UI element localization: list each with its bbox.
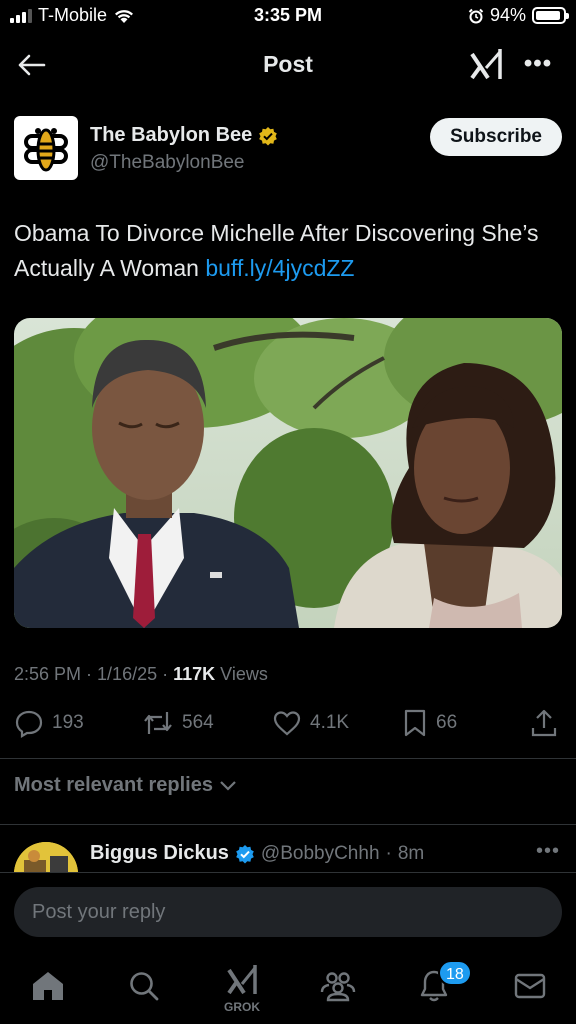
- grok-icon: [470, 49, 502, 80]
- reply-age: 8m: [397, 842, 425, 864]
- grok-button[interactable]: [468, 46, 504, 82]
- subscribe-button[interactable]: Subscribe: [430, 118, 562, 156]
- messages-icon: [514, 973, 546, 999]
- more-icon: •••: [523, 50, 553, 77]
- post-author: The Babylon Bee @TheBabylonBee Subscribe: [14, 116, 562, 182]
- search-icon: [130, 972, 159, 1001]
- post-actions: 193 564 4.1K 66: [14, 708, 562, 744]
- reply-composer: [0, 872, 576, 948]
- post-date: 1/16/25: [97, 664, 158, 684]
- grok-icon: [227, 965, 257, 995]
- more-icon: •••: [535, 840, 560, 862]
- reply-more-button[interactable]: •••: [536, 840, 560, 863]
- nav-communities[interactable]: [316, 964, 360, 1008]
- reply-avatar-image: [14, 842, 78, 874]
- nav-home[interactable]: [26, 964, 70, 1008]
- like-button[interactable]: 4.1K: [272, 708, 349, 738]
- author-name[interactable]: The Babylon Bee: [90, 124, 252, 147]
- share-button[interactable]: [530, 708, 558, 738]
- bookmark-button[interactable]: 66: [402, 708, 457, 738]
- nav-search[interactable]: [122, 964, 166, 1008]
- views-label: Views: [220, 664, 268, 684]
- reply-count: 193: [52, 712, 84, 733]
- repost-button[interactable]: 564: [142, 708, 214, 738]
- like-count: 4.1K: [310, 712, 350, 733]
- reply-input[interactable]: [14, 887, 562, 937]
- repost-count: 564: [182, 712, 214, 733]
- divider: [0, 824, 576, 825]
- bottom-nav: GROK 18: [0, 948, 576, 1024]
- replies-filter-label: Most relevant replies: [14, 774, 213, 796]
- reply-separator: ·: [385, 842, 392, 864]
- battery-percent: 94%: [489, 5, 526, 25]
- like-icon: [273, 711, 301, 736]
- home-icon: [33, 972, 63, 1000]
- divider: [0, 758, 576, 759]
- notification-badge: 18: [438, 960, 472, 986]
- bookmark-icon: [404, 709, 426, 737]
- communities-icon: [320, 972, 356, 1002]
- reply-author-handle[interactable]: @BobbyChhh: [261, 843, 380, 865]
- verified-icon: [236, 844, 254, 863]
- battery-level: [536, 11, 561, 20]
- nav-grok-label: GROK: [224, 1000, 260, 1014]
- post-image[interactable]: [14, 318, 562, 628]
- post-photo: [14, 318, 562, 628]
- repost-icon: [144, 712, 172, 734]
- nav-grok[interactable]: [220, 958, 264, 1002]
- reply-author-name[interactable]: Biggus Dickus: [90, 842, 229, 865]
- views-count[interactable]: 117K: [173, 664, 215, 684]
- babylon-bee-logo: [24, 128, 68, 172]
- post-text: Obama To Divorce Michelle After Discover…: [14, 216, 562, 286]
- reply-icon: [15, 710, 43, 738]
- author-avatar[interactable]: [14, 116, 78, 180]
- battery-icon: [532, 7, 569, 24]
- alarm-icon: [468, 8, 484, 23]
- top-bar: Post •••: [0, 40, 576, 90]
- reply-button[interactable]: 193: [14, 708, 84, 738]
- post-link[interactable]: buff.ly/4jycdZZ: [205, 255, 354, 281]
- post-time: 2:56 PM: [14, 664, 82, 684]
- replies-filter[interactable]: Most relevant replies: [14, 774, 237, 797]
- author-handle[interactable]: @TheBabylonBee: [90, 152, 245, 174]
- reply-item[interactable]: Biggus Dickus @BobbyChhh · 8m •••: [0, 826, 576, 874]
- reply-avatar[interactable]: [14, 842, 78, 874]
- share-icon: [531, 709, 557, 737]
- nav-messages[interactable]: [508, 964, 552, 1008]
- post-meta: 2:56 PM · 1/16/25 · 117K Views: [14, 664, 268, 684]
- more-options-button[interactable]: •••: [520, 50, 556, 80]
- bookmark-count: 66: [436, 712, 458, 733]
- chevron-down-icon: [220, 780, 236, 791]
- status-bar: T-Mobile 3:35 PM 94%: [0, 0, 576, 34]
- verified-gold-icon: [259, 126, 278, 145]
